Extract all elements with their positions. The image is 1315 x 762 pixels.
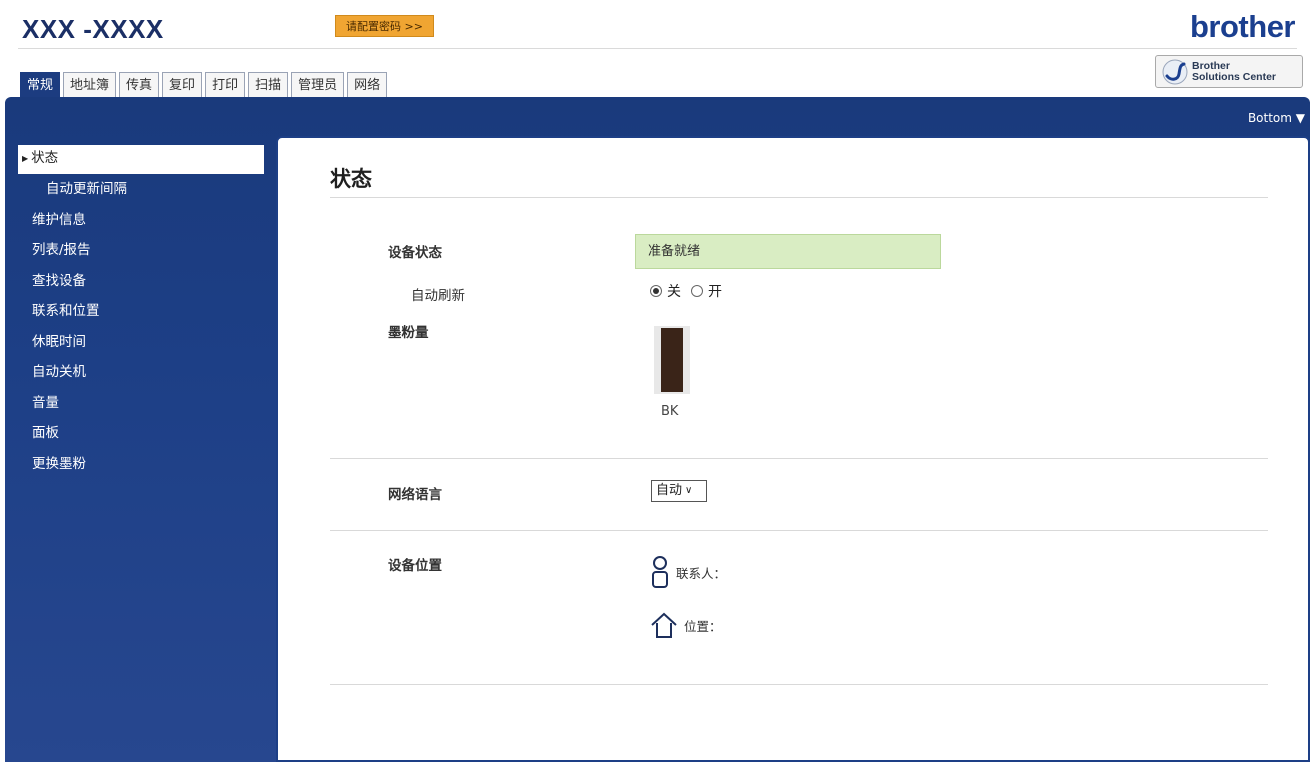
- toner-fill-bk: [661, 328, 683, 392]
- contact-label: 联系人：: [676, 565, 727, 581]
- brother-logo: brother: [1190, 9, 1296, 44]
- device-status-value: 准备就绪: [635, 234, 941, 269]
- device-status-label: 设备状态: [388, 245, 442, 261]
- device-location-label: 设备位置: [388, 558, 442, 574]
- solutions-center-button[interactable]: Brother Solutions Center: [1155, 55, 1303, 88]
- auto-refresh-label: 自动刷新: [411, 288, 465, 304]
- sidebar: ▶ 状态 自动更新间隔 维护信息 列表/报告 查找设备 联系和位置 休眠时间 自动…: [18, 145, 264, 479]
- sidebar-item-auto-refresh-interval[interactable]: 自动更新间隔: [18, 174, 264, 205]
- auto-refresh-off-label[interactable]: 关: [667, 281, 681, 301]
- sidebar-item-replace-toner[interactable]: 更换墨粉: [18, 449, 264, 480]
- location-row: 位置：: [650, 612, 722, 638]
- solutions-line-1: Brother: [1192, 59, 1230, 72]
- sidebar-item-lists-reports[interactable]: 列表/报告: [18, 235, 264, 266]
- tab-administrator[interactable]: 管理员: [291, 72, 345, 97]
- person-icon: [652, 556, 668, 588]
- tab-address-book[interactable]: 地址簿: [63, 72, 117, 97]
- auto-refresh-radio-group: 关 开: [650, 281, 732, 301]
- sidebar-item-label: 状态: [31, 150, 59, 166]
- contact-row: 联系人：: [650, 555, 726, 589]
- page-title: 状态: [330, 167, 372, 191]
- tab-scan[interactable]: 扫描: [248, 72, 289, 97]
- solutions-line-2: Solutions Center: [1192, 70, 1277, 83]
- active-marker-icon: ▶: [22, 154, 29, 163]
- auto-refresh-on-radio[interactable]: [691, 285, 703, 297]
- main-tabs: 常规 地址簿 传真 复印 打印 扫描 管理员 网络: [20, 72, 390, 98]
- sidebar-item-contact-location[interactable]: 联系和位置: [18, 296, 264, 327]
- auto-refresh-off-radio[interactable]: [650, 285, 662, 297]
- toner-gauge: [654, 326, 690, 394]
- solutions-center-icon: [1162, 59, 1188, 84]
- content-panel: 状态 设备状态 准备就绪 自动刷新 关 开 墨粉量 BK 网络语言 自动 ∨ 设…: [276, 136, 1310, 762]
- toner-name: BK: [661, 404, 679, 419]
- sidebar-item-panel[interactable]: 面板: [18, 418, 264, 449]
- tab-fax[interactable]: 传真: [119, 72, 160, 97]
- chevron-down-icon: ∨: [685, 485, 693, 496]
- toner-level-label: 墨粉量: [388, 325, 429, 341]
- section-divider: [330, 530, 1268, 531]
- tab-general[interactable]: 常规: [20, 72, 61, 97]
- model-title: XXX -XXXX: [22, 14, 164, 44]
- home-icon: [651, 612, 677, 638]
- sidebar-item-sleep-time[interactable]: 休眠时间: [18, 327, 264, 358]
- location-label: 位置：: [684, 618, 722, 634]
- header-divider: [18, 48, 1297, 49]
- title-divider: [330, 197, 1268, 198]
- tab-print[interactable]: 打印: [205, 72, 246, 97]
- web-language-value: 自动: [656, 483, 683, 498]
- section-divider: [330, 458, 1268, 459]
- auto-refresh-on-label[interactable]: 开: [708, 281, 722, 301]
- sidebar-item-auto-power-off[interactable]: 自动关机: [18, 357, 264, 388]
- sidebar-item-status[interactable]: ▶ 状态: [18, 145, 264, 174]
- configure-password-button[interactable]: 请配置密码 >>: [335, 15, 434, 37]
- bottom-link[interactable]: Bottom ▼: [1248, 111, 1305, 125]
- sidebar-item-find-device[interactable]: 查找设备: [18, 266, 264, 297]
- sidebar-item-maintenance-info[interactable]: 维护信息: [18, 205, 264, 236]
- tab-network[interactable]: 网络: [347, 72, 388, 97]
- section-divider: [330, 684, 1268, 685]
- sidebar-item-volume[interactable]: 音量: [18, 388, 264, 419]
- web-language-label: 网络语言: [388, 487, 442, 503]
- web-language-select[interactable]: 自动 ∨: [651, 480, 707, 502]
- tab-copy[interactable]: 复印: [162, 72, 203, 97]
